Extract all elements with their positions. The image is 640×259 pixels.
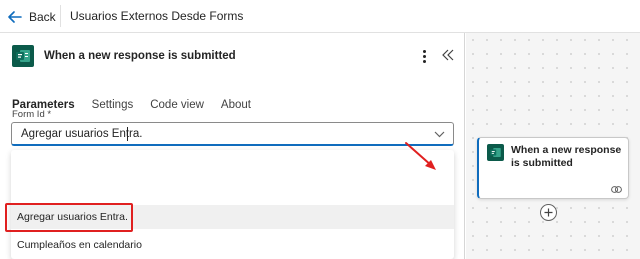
- plus-icon: [544, 208, 553, 217]
- form-id-dropdown: Agregar usuarios Entra. Cumpleaños en ca…: [11, 150, 454, 259]
- tab-about[interactable]: About: [221, 99, 251, 111]
- top-bar: Back Usuarios Externos Desde Forms: [0, 0, 640, 33]
- dropdown-option[interactable]: Agregar usuarios Entra.: [11, 205, 454, 229]
- arrow-left-icon: [8, 11, 22, 23]
- text-caret: [127, 127, 128, 141]
- back-button[interactable]: Back: [8, 7, 56, 27]
- tab-code-view[interactable]: Code view: [150, 99, 204, 111]
- flow-title: Usuarios Externos Desde Forms: [70, 9, 244, 23]
- chevron-down-icon[interactable]: [434, 131, 445, 138]
- link-icon: [611, 186, 622, 193]
- trigger-card-title: When a new response is submitted: [511, 144, 622, 169]
- more-options-icon[interactable]: [418, 47, 430, 65]
- annotation-arrow: [405, 142, 436, 170]
- form-id-value: Agregar usuarios Entra.: [21, 128, 143, 140]
- add-step-button[interactable]: [540, 204, 557, 221]
- form-id-combobox[interactable]: Agregar usuarios Entra.: [11, 122, 454, 146]
- panel-title: When a new response is submitted: [44, 50, 236, 62]
- collapse-panel-icon[interactable]: [442, 48, 454, 62]
- trigger-card[interactable]: When a new response is submitted: [477, 137, 629, 199]
- dropdown-option[interactable]: Cumpleaños en calendario: [11, 233, 454, 257]
- tab-settings[interactable]: Settings: [92, 99, 134, 111]
- divider: [60, 5, 61, 27]
- form-id-label: Form Id *: [12, 109, 52, 120]
- forms-icon: [12, 45, 34, 67]
- forms-icon: [487, 144, 504, 161]
- back-label: Back: [29, 10, 56, 24]
